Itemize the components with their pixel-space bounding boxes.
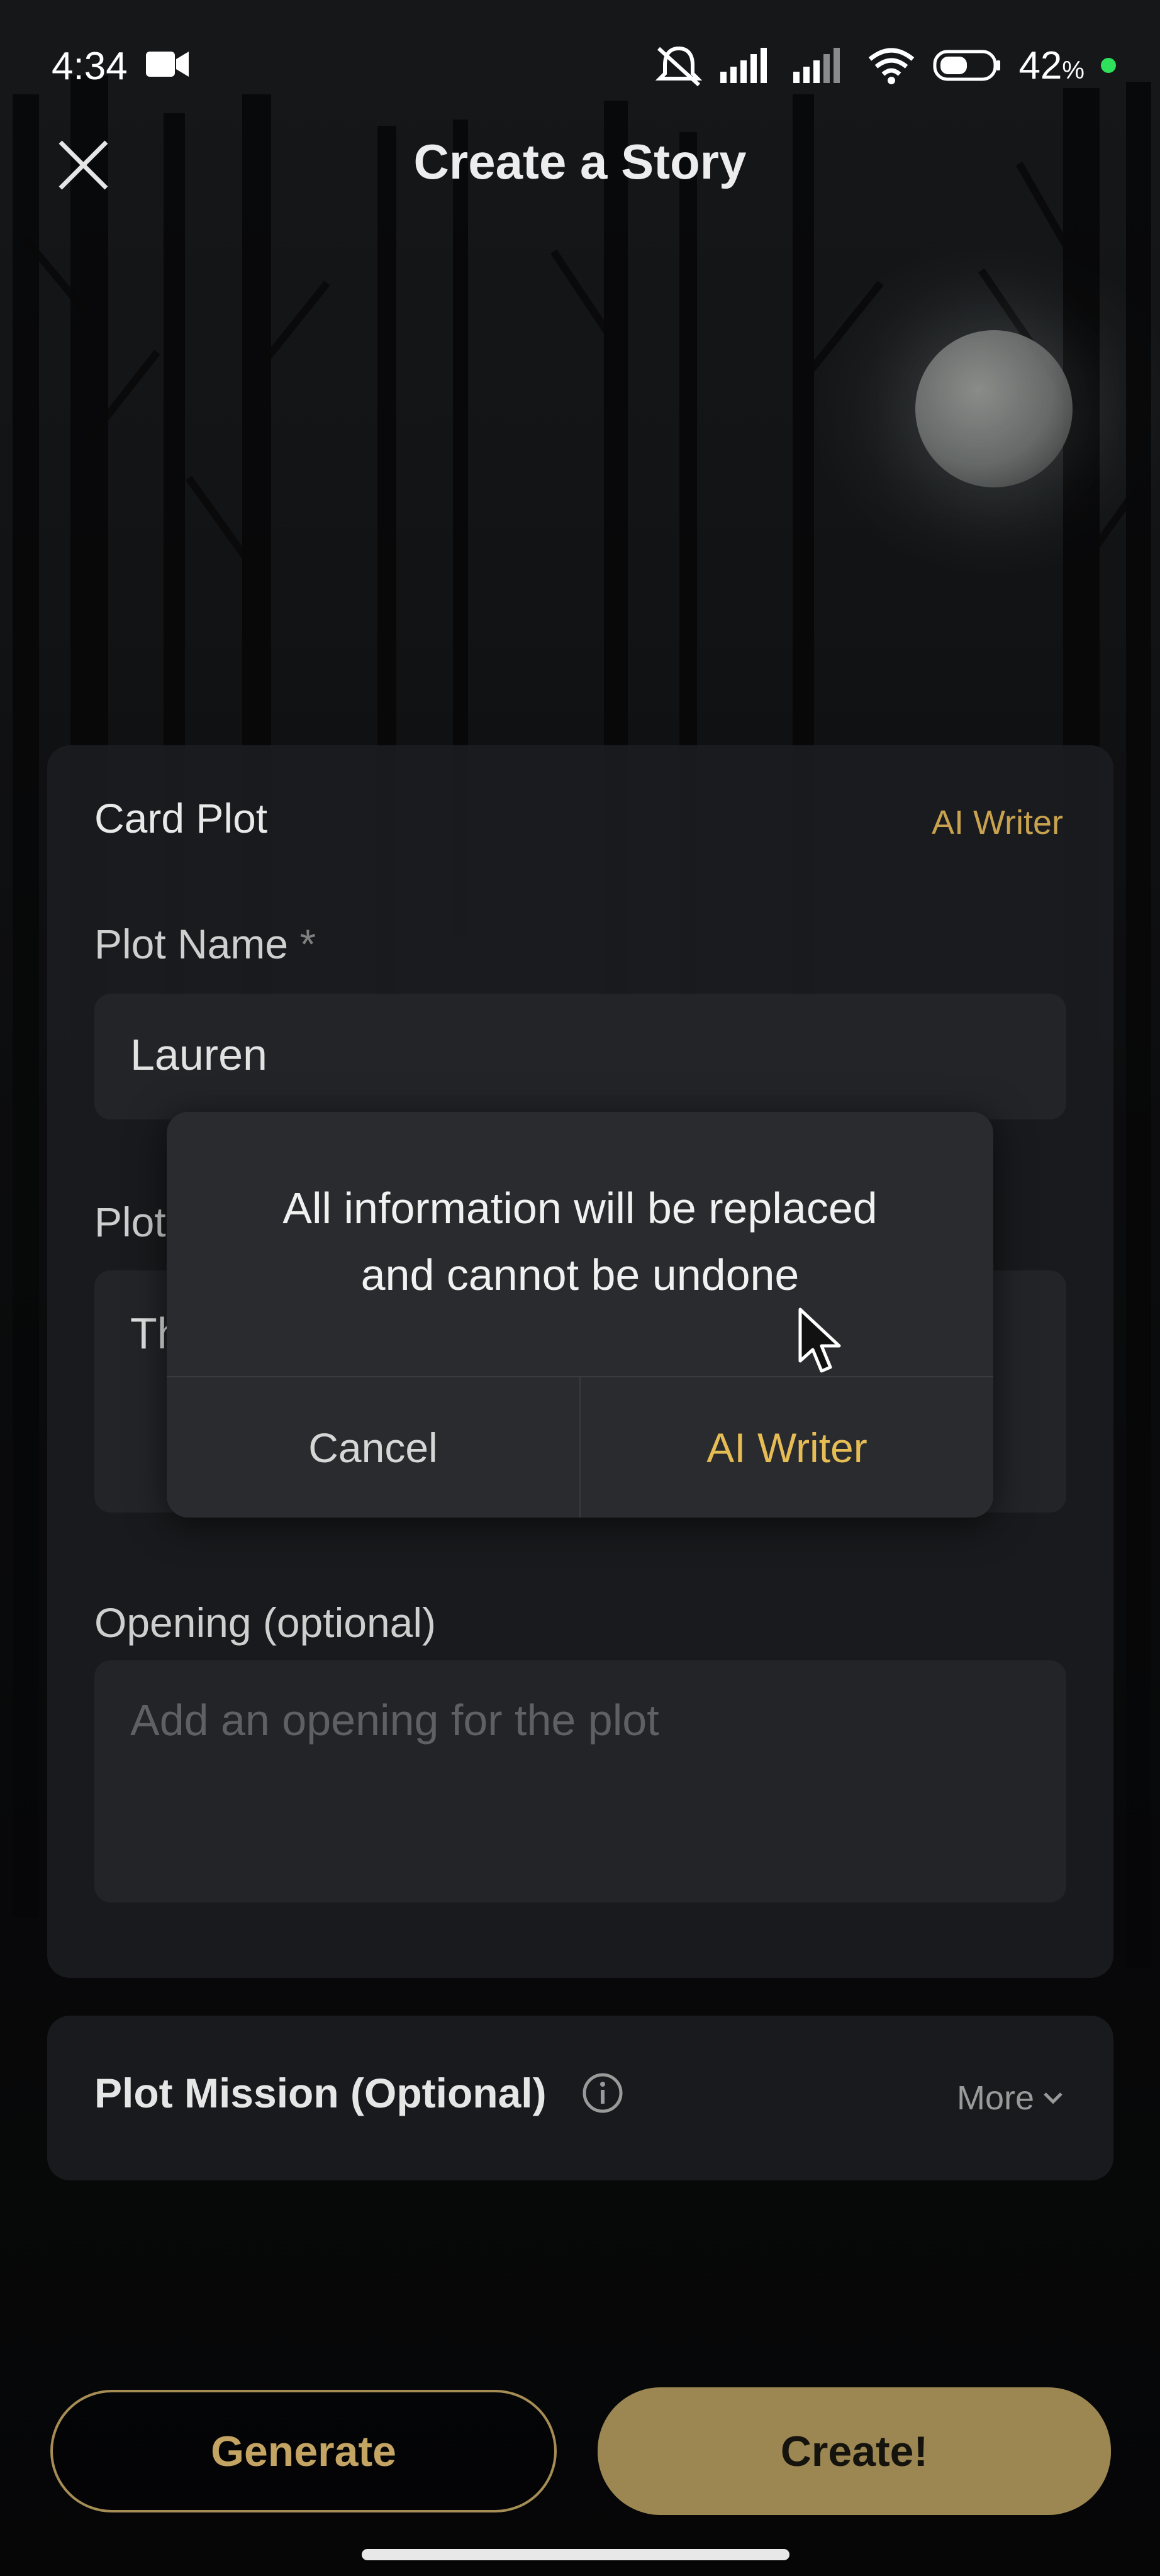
plot-mission-panel[interactable]: Plot Mission (Optional) More xyxy=(47,2016,1113,2180)
charging-dot xyxy=(1101,58,1116,73)
generate-button[interactable]: Generate xyxy=(50,2390,557,2512)
plot-mission-title: Plot Mission (Optional) xyxy=(94,2070,547,2116)
cancel-button[interactable]: Cancel xyxy=(167,1377,579,1518)
battery-percent: 42% xyxy=(1018,43,1085,87)
card-title: Card Plot xyxy=(94,795,268,841)
video-camera-icon xyxy=(146,52,189,77)
battery-icon xyxy=(933,50,1001,81)
opening-placeholder: Add an opening for the plot xyxy=(130,1696,659,1745)
dialog-message: All information will be replaced and can… xyxy=(282,1184,878,1299)
info-icon[interactable] xyxy=(582,2072,623,2114)
confirm-dialog: All information will be replaced and can… xyxy=(167,1112,993,1518)
page-title: Create a Story xyxy=(413,134,747,189)
ai-writer-confirm-button[interactable]: AI Writer xyxy=(581,1377,993,1518)
status-bar: 4:34 42% xyxy=(0,0,1160,132)
required-mark: * xyxy=(299,921,316,967)
plot-label: Plot xyxy=(94,1199,166,1245)
opening-label: Opening (optional) xyxy=(94,1599,437,1646)
signal-icon xyxy=(793,48,840,83)
ai-writer-link[interactable]: AI Writer xyxy=(932,803,1063,842)
opening-textarea[interactable]: Add an opening for the plot xyxy=(94,1660,1066,1902)
mouse-cursor-icon xyxy=(798,1307,841,1373)
wifi-icon xyxy=(869,48,915,84)
plot-name-input[interactable]: Lauren xyxy=(94,994,1066,1119)
create-button[interactable]: Create! xyxy=(598,2387,1111,2515)
mute-icon xyxy=(655,46,703,87)
status-time: 4:34 xyxy=(52,45,128,88)
more-label: More xyxy=(956,2079,1034,2117)
plot-name-label: Plot Name * xyxy=(94,921,316,967)
more-toggle[interactable]: More xyxy=(957,2079,1063,2118)
signal-icon xyxy=(720,48,767,83)
chevron-down-icon xyxy=(1044,2092,1062,2104)
plot-name-value: Lauren xyxy=(130,1030,267,1079)
home-indicator[interactable] xyxy=(362,2549,789,2560)
status-icons: 42% xyxy=(654,40,1116,91)
